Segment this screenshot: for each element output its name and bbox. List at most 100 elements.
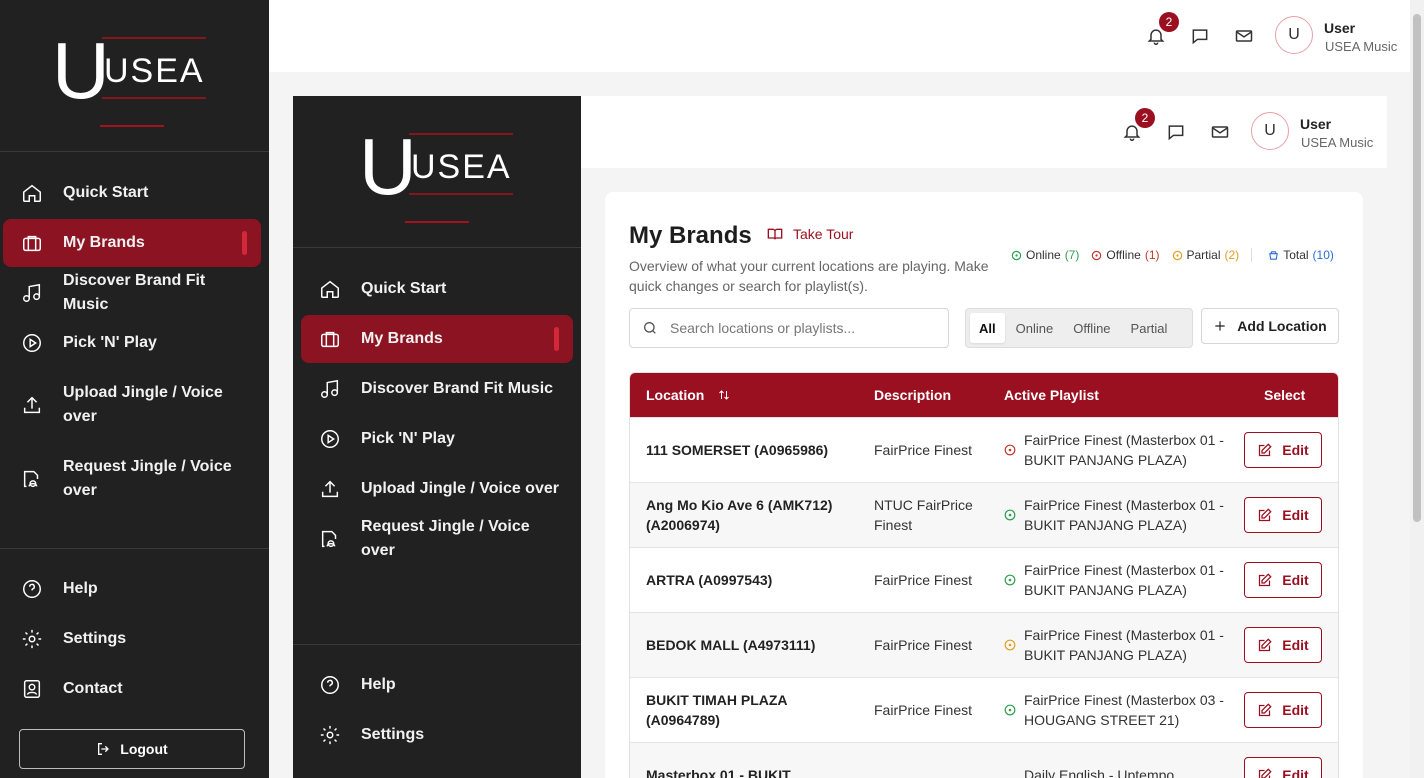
sidebar-item-upload-jingle[interactable]: Upload Jingle / Voice over <box>3 381 261 429</box>
status-summary: Online (7) Offline (1) Partial (2) Total… <box>1011 248 1346 262</box>
description-cell: FairPrice Finest <box>874 702 973 718</box>
sidebar-item-settings[interactable]: Settings <box>3 615 261 663</box>
edit-button[interactable]: Edit <box>1244 497 1322 533</box>
store-icon <box>1269 250 1279 260</box>
avatar[interactable]: U <box>1251 112 1289 150</box>
table-row: BUKIT TIMAH PLAZA (A0964789) FairPrice Fi… <box>630 677 1338 742</box>
stat-count: (2) <box>1224 248 1240 262</box>
sidebar-item-label: My Brands <box>63 234 145 251</box>
sidebar: U USEA Quick Start My Brands Discover Br… <box>0 0 269 778</box>
table-row: Ang Mo Kio Ave 6 (AMK712) (A2006974) NTUC… <box>630 482 1338 547</box>
sidebar-item-help[interactable]: Help <box>301 661 573 709</box>
playlist-cell: FairPrice Finest (Masterbox 03 - HOUGANG… <box>1024 692 1224 728</box>
edit-button[interactable]: Edit <box>1244 757 1322 778</box>
scrollbar[interactable] <box>1410 0 1424 778</box>
edit-label: Edit <box>1282 572 1309 588</box>
sidebar-inner: U USEA Quick Start My Brands Discover Br… <box>293 96 581 778</box>
description-column-header: Description <box>874 387 952 403</box>
status-filter-group: All Online Offline Partial <box>965 308 1193 348</box>
sidebar-item-label: Quick Start <box>361 280 447 297</box>
offline-status-icon <box>1092 250 1102 260</box>
gear-icon <box>320 725 340 745</box>
sidebar-item-pick-n-play[interactable]: Pick 'N' Play <box>3 319 261 367</box>
usea-logo-icon: U USEA <box>52 26 206 112</box>
stat-label: Offline <box>1106 248 1141 262</box>
stat-label: Online <box>1026 248 1061 262</box>
sidebar-item-upload-jingle[interactable]: Upload Jingle / Voice over <box>301 465 573 513</box>
filter-all[interactable]: All <box>970 313 1005 343</box>
user-name: User <box>1324 20 1356 36</box>
stat-count: (1) <box>1144 248 1160 262</box>
chat-icon[interactable] <box>1166 122 1186 142</box>
playlist-column-header: Active Playlist <box>1004 387 1099 403</box>
top-bar-inner: 2 U User USEA Music <box>581 96 1387 168</box>
logout-label: Logout <box>120 741 168 757</box>
request-file-icon <box>321 530 337 548</box>
locations-table: Location Description Active Playlist Sel… <box>629 372 1339 778</box>
sidebar-item-pick-n-play[interactable]: Pick 'N' Play <box>301 415 573 463</box>
edit-button[interactable]: Edit <box>1244 432 1322 468</box>
sidebar-item-label: Contact <box>63 680 123 697</box>
user-name: User <box>1300 116 1332 132</box>
sidebar-item-settings[interactable]: Settings <box>301 711 573 759</box>
edit-label: Edit <box>1282 702 1309 718</box>
plus-icon <box>1215 321 1225 331</box>
take-tour-button[interactable]: Take Tour <box>767 226 853 242</box>
table-body: 111 SOMERSET (A0965986) FairPrice Finest F… <box>630 417 1338 778</box>
sidebar-item-my-brands[interactable]: My Brands <box>3 219 261 267</box>
sidebar-item-discover[interactable]: Discover Brand Fit Music <box>3 269 261 317</box>
location-cell: BEDOK MALL (A4973111) <box>646 637 816 653</box>
filter-offline[interactable]: Offline <box>1064 313 1119 343</box>
sidebar-item-label: Settings <box>361 726 425 743</box>
avatar[interactable]: U <box>1275 16 1313 54</box>
contact-icon <box>23 680 41 698</box>
scrollbar-thumb[interactable] <box>1413 14 1421 522</box>
table-row: Masterbox 01 - BUKIT Daily English - Upte… <box>630 742 1338 778</box>
sidebar-item-contact[interactable]: Contact <box>3 665 261 713</box>
edit-button[interactable]: Edit <box>1244 692 1322 728</box>
play-circle-icon <box>321 430 339 448</box>
mail-icon[interactable] <box>1234 26 1254 46</box>
sidebar-item-help[interactable]: Help <box>3 565 261 613</box>
sidebar-item-label: Request Jingle / Voice over <box>361 518 530 559</box>
sidebar-item-label: Upload Jingle / Voice over <box>63 384 223 425</box>
description-cell: FairPrice Finest <box>874 637 973 653</box>
sidebar-item-my-brands[interactable]: My Brands <box>301 315 573 363</box>
notification-badge: 2 <box>1135 108 1155 128</box>
take-tour-label: Take Tour <box>793 226 854 242</box>
logout-button[interactable]: Logout <box>19 729 245 769</box>
sidebar-item-quick-start[interactable]: Quick Start <box>301 265 573 313</box>
sidebar-item-request-jingle[interactable]: Request Jingle / Voice over <box>301 515 573 563</box>
table-row: 111 SOMERSET (A0965986) FairPrice Finest F… <box>630 417 1338 482</box>
location-column-header[interactable]: Location <box>646 387 730 403</box>
edit-button[interactable]: Edit <box>1244 627 1322 663</box>
sidebar-item-request-jingle[interactable]: Request Jingle / Voice over <box>3 455 261 503</box>
gear-icon <box>22 629 42 649</box>
sidebar-item-discover[interactable]: Discover Brand Fit Music <box>301 365 573 413</box>
search-input[interactable] <box>670 320 930 336</box>
header-label: Location <box>646 387 705 403</box>
stat-online: Online (7) <box>1011 248 1079 262</box>
add-location-button[interactable]: Add Location <box>1201 308 1339 344</box>
playlist-cell: FairPrice Finest (Masterbox 01 - BUKIT P… <box>1024 432 1224 468</box>
chat-icon[interactable] <box>1190 26 1210 46</box>
stat-count: (10) <box>1312 248 1334 262</box>
logo: U USEA <box>0 0 269 152</box>
home-icon <box>321 280 339 298</box>
edit-label: Edit <box>1282 442 1309 458</box>
online-status-icon <box>1004 574 1016 586</box>
search-box <box>629 308 949 348</box>
stat-count: (7) <box>1064 248 1080 262</box>
filter-partial[interactable]: Partial <box>1122 313 1177 343</box>
top-bar: 2 U User USEA Music <box>269 0 1410 72</box>
location-cell: BUKIT TIMAH PLAZA (A0964789) <box>646 692 788 728</box>
mail-icon[interactable] <box>1210 122 1230 142</box>
sidebar-item-label: Help <box>361 676 396 693</box>
filter-online[interactable]: Online <box>1007 313 1063 343</box>
edit-button[interactable]: Edit <box>1244 562 1322 598</box>
sidebar-item-label: Settings <box>63 630 127 647</box>
stat-partial: Partial (2) <box>1172 248 1240 262</box>
sidebar-item-quick-start[interactable]: Quick Start <box>3 169 261 217</box>
search-icon <box>644 322 656 334</box>
notification-badge: 2 <box>1159 12 1179 32</box>
